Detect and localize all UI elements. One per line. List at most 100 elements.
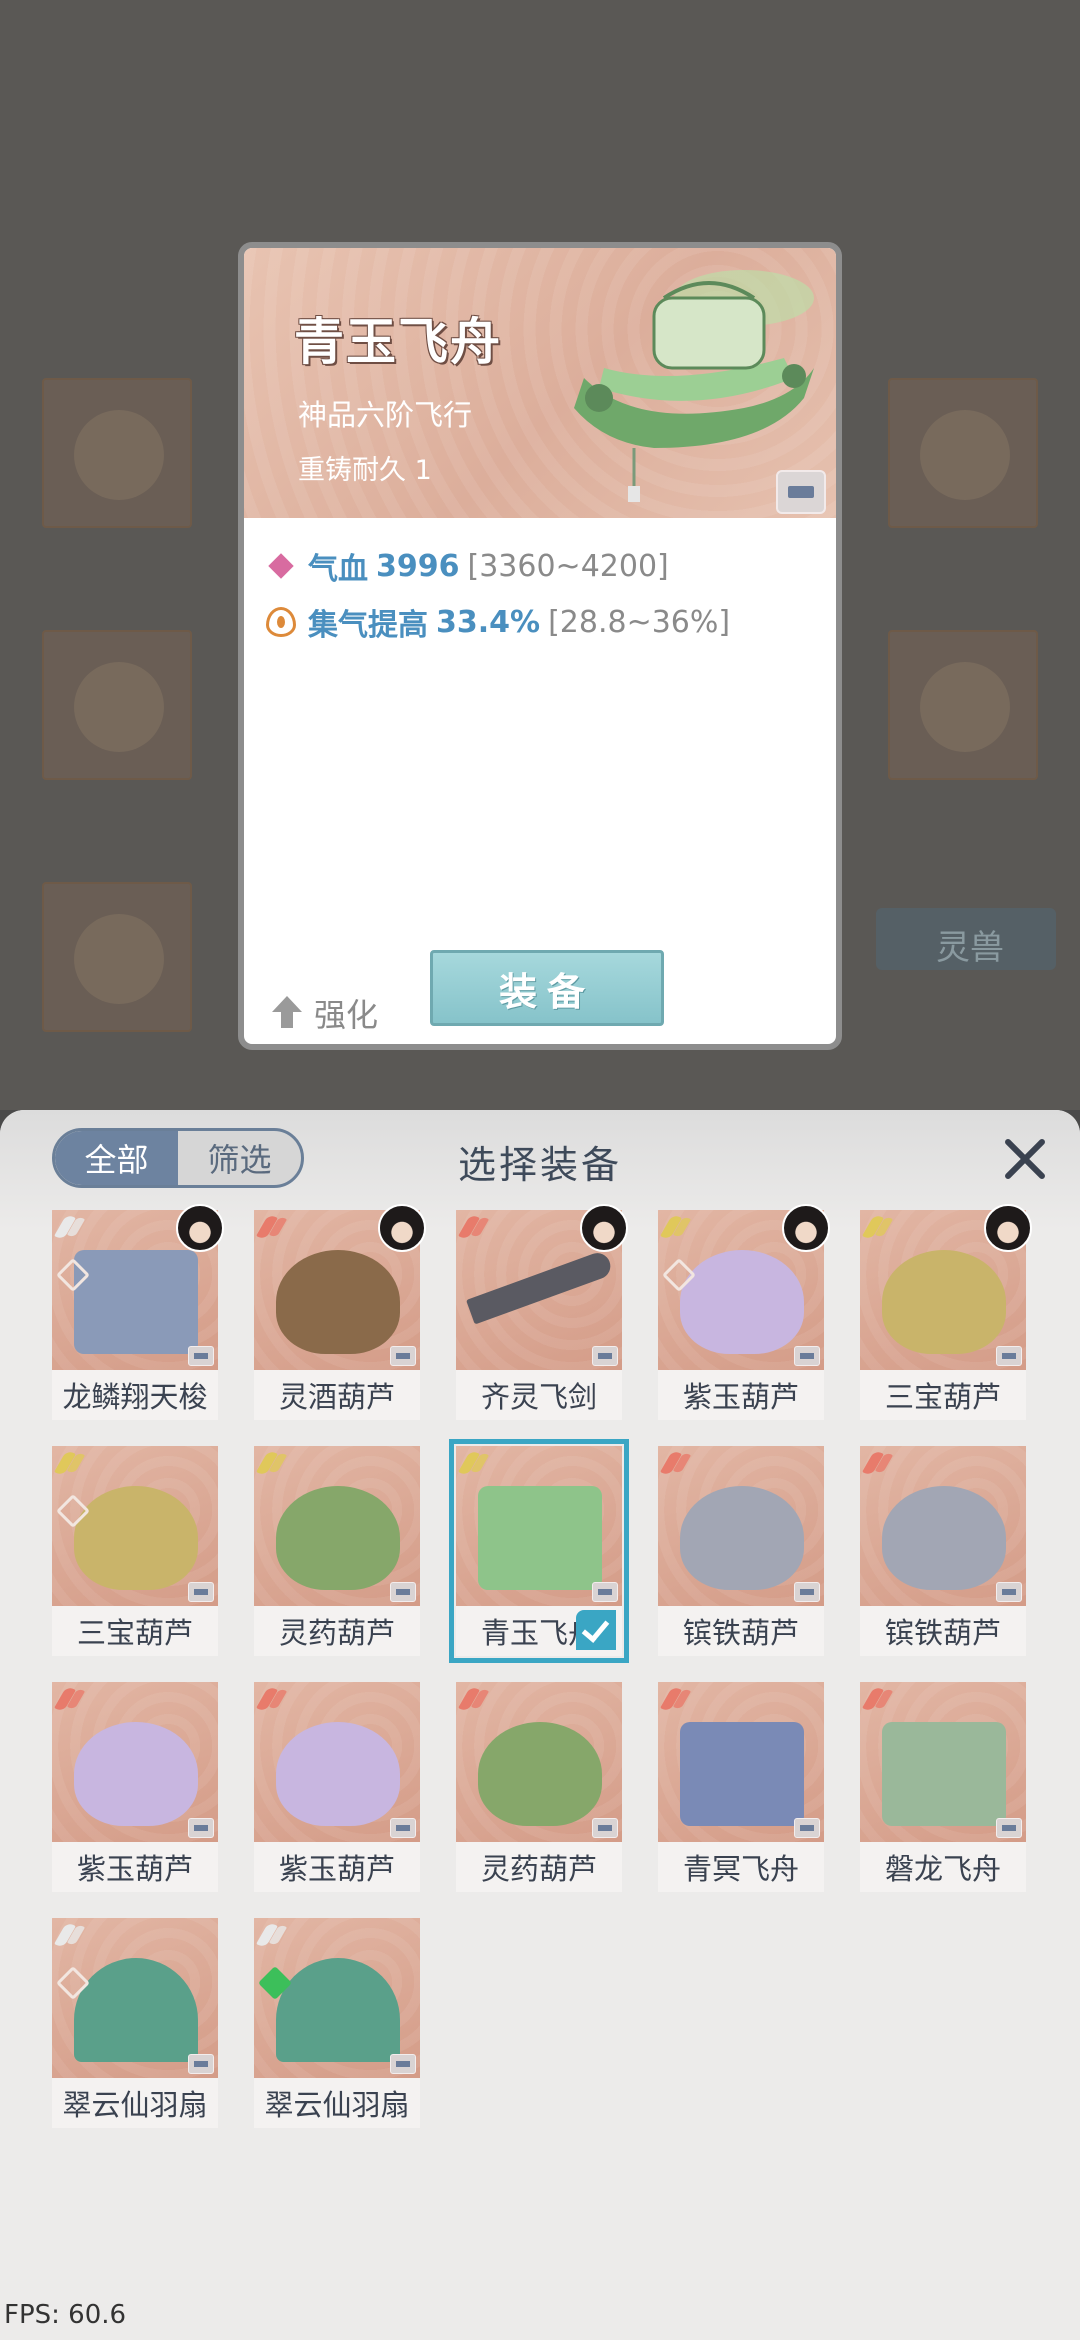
storage-chest-icon [996, 1818, 1022, 1838]
wing-rank-icon [864, 1214, 898, 1240]
sword-illustration [466, 1249, 614, 1325]
storage-chest-icon [188, 1582, 214, 1602]
stat-range: [28.8~36%] [548, 604, 731, 640]
gourd-illustration [74, 1722, 198, 1826]
wing-rank-icon [258, 1214, 292, 1240]
equipment-art [52, 1446, 218, 1606]
storage-chest-icon [794, 1582, 820, 1602]
equipment-name: 紫玉葫芦 [278, 1852, 395, 1886]
gourd-illustration [882, 1486, 1006, 1590]
diamond-icon [266, 551, 296, 581]
storage-chest-icon [592, 1346, 618, 1366]
equipment-art [52, 1682, 218, 1842]
equipment-name: 翠云仙羽扇 [264, 2088, 410, 2122]
equipment-name: 青冥飞舟 [682, 1852, 799, 1886]
equipment-card[interactable]: 镔铁葫芦 [860, 1446, 1026, 1656]
equipment-card[interactable]: 青冥飞舟 [658, 1682, 824, 1892]
set-bonus-icon [662, 1258, 692, 1288]
wing-rank-icon [662, 1214, 696, 1240]
equipment-name: 灵药葫芦 [480, 1852, 597, 1886]
equipment-name: 龙鳞翔天梭 [62, 1380, 208, 1414]
owner-avatar [176, 1204, 224, 1252]
storage-chest-icon [996, 1346, 1022, 1366]
gourd-illustration [276, 1486, 400, 1590]
set-bonus-icon [258, 1966, 288, 1996]
storage-chest-icon [592, 1582, 618, 1602]
bg-equip-slot [42, 378, 192, 528]
wing-rank-icon [864, 1450, 898, 1476]
equipment-card[interactable]: 灵酒葫芦 [254, 1204, 426, 1420]
equipment-art [254, 1682, 420, 1842]
item-detail-header: 青玉飞舟 神品六阶飞行 重铸耐久 1 [244, 248, 836, 518]
item-grade: 神品六阶飞行 [298, 398, 473, 432]
equipment-card[interactable]: 紫玉葫芦 [52, 1682, 218, 1892]
gourd-illustration [478, 1722, 602, 1826]
bg-equip-slot [888, 630, 1038, 780]
owner-avatar [984, 1204, 1032, 1252]
bg-equip-slot [42, 882, 192, 1032]
equipment-art [52, 1918, 218, 2078]
equip-button[interactable]: 装备 [430, 950, 664, 1026]
item-recast-durability: 重铸耐久 1 [298, 455, 432, 486]
equipment-card[interactable]: 青玉飞舟 [449, 1439, 629, 1663]
close-icon[interactable] [1000, 1132, 1052, 1184]
enhance-button[interactable]: 强化 [272, 990, 378, 1036]
equipment-card[interactable]: 龙鳞翔天梭 [52, 1204, 224, 1420]
arrow-up-icon [272, 996, 302, 1030]
stat-name: 集气提高 [308, 608, 428, 643]
equipment-card[interactable]: 镔铁葫芦 [658, 1446, 824, 1656]
storage-chest-icon [390, 1818, 416, 1838]
storage-chest-icon [188, 1818, 214, 1838]
check-icon [576, 1610, 616, 1650]
equipment-art [860, 1682, 1026, 1842]
set-bonus-icon [56, 1494, 86, 1524]
equipment-art [254, 1446, 420, 1606]
equipment-card[interactable]: 灵药葫芦 [456, 1682, 622, 1892]
enhance-label: 强化 [314, 996, 379, 1034]
equipment-name: 三宝葫芦 [884, 1380, 1001, 1414]
gourd-illustration [882, 1250, 1006, 1354]
boat-illustration [680, 1722, 804, 1826]
stat-value: 33.4% [436, 604, 541, 640]
equipment-card[interactable]: 翠云仙羽扇 [52, 1918, 218, 2128]
equipment-card[interactable]: 紫玉葫芦 [254, 1682, 420, 1892]
wing-rank-icon [258, 1450, 292, 1476]
storage-chest-icon [390, 1582, 416, 1602]
equipment-card[interactable]: 齐灵飞剑 [456, 1204, 628, 1420]
wing-rank-icon [662, 1686, 696, 1712]
owner-avatar [580, 1204, 628, 1252]
boat-illustration [478, 1486, 602, 1590]
fps-counter: FPS: 60.6 [4, 2300, 127, 2330]
equipment-card[interactable]: 磐龙飞舟 [860, 1682, 1026, 1892]
equipment-card[interactable]: 灵药葫芦 [254, 1446, 420, 1656]
storage-chest-icon [390, 1346, 416, 1366]
equipment-art [658, 1446, 824, 1606]
storage-chest-icon[interactable] [776, 470, 826, 514]
wing-rank-icon [460, 1214, 494, 1240]
wing-rank-icon [662, 1450, 696, 1476]
equipment-name: 紫玉葫芦 [682, 1380, 799, 1414]
bg-equip-slot [42, 630, 192, 780]
equipment-name: 齐灵飞剑 [480, 1380, 597, 1414]
storage-chest-icon [996, 1582, 1022, 1602]
item-detail-card: 青玉飞舟 神品六阶飞行 重铸耐久 1 气血 3996 [3360~4200] 集… [238, 242, 842, 1050]
wing-rank-icon [460, 1686, 494, 1712]
wing-rank-icon [258, 1686, 292, 1712]
flame-icon [266, 607, 296, 637]
equipment-select-panel: 全部 筛选 选择装备 龙鳞翔天梭 灵酒葫芦 齐灵飞剑 紫玉葫芦 三宝葫芦 三宝葫芦 灵药葫芦… [0, 1110, 1080, 2340]
gourd-illustration [276, 1722, 400, 1826]
equipment-name: 磐龙飞舟 [884, 1852, 1001, 1886]
equipment-art [254, 1918, 420, 2078]
storage-chest-icon [592, 1818, 618, 1838]
storage-chest-icon [188, 2054, 214, 2074]
equipment-card[interactable]: 翠云仙羽扇 [254, 1918, 420, 2128]
owner-avatar [782, 1204, 830, 1252]
boat-illustration [74, 1250, 198, 1354]
equipment-card[interactable]: 紫玉葫芦 [658, 1204, 830, 1420]
equip-label: 装备 [498, 968, 595, 1014]
stat-row-hp: 气血 3996 [3360~4200] [266, 544, 669, 588]
equipment-card[interactable]: 三宝葫芦 [860, 1204, 1032, 1420]
equipment-card[interactable]: 三宝葫芦 [52, 1446, 218, 1656]
fan-illustration [74, 1958, 198, 2062]
gourd-illustration [680, 1250, 804, 1354]
